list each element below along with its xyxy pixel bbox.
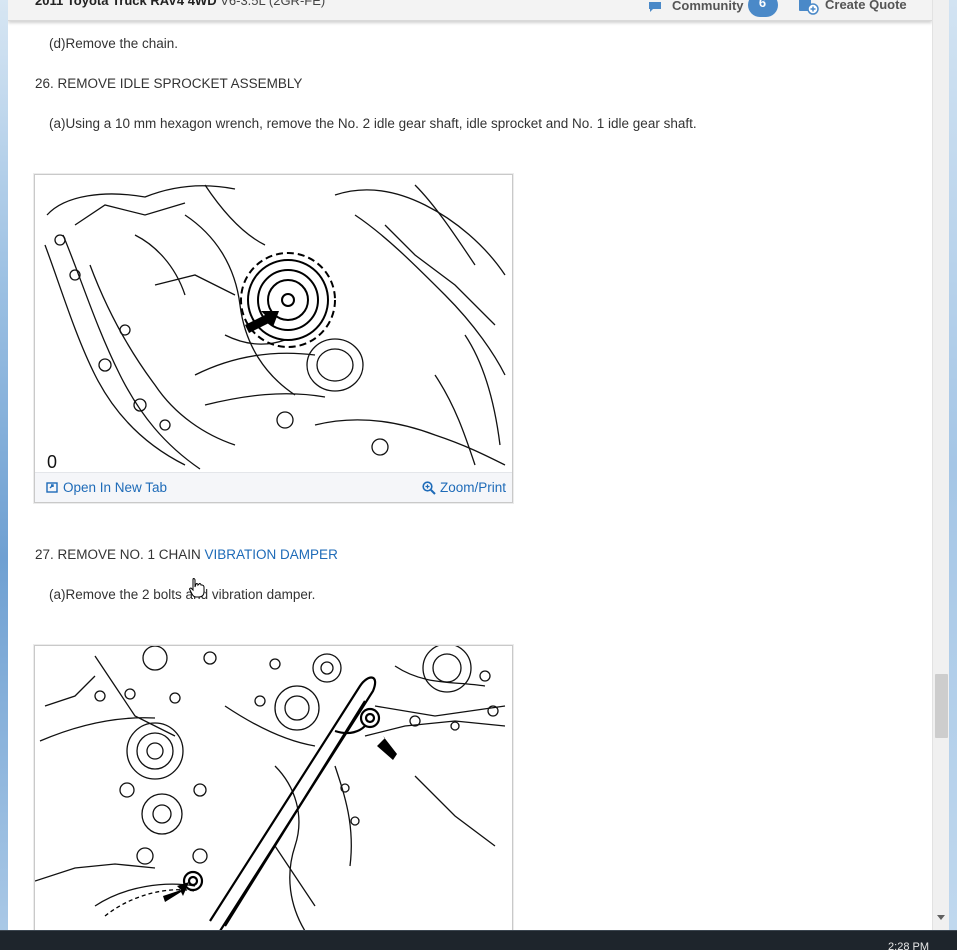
zoom-icon bbox=[422, 480, 436, 495]
taskbar: 2:28 PM bbox=[0, 930, 957, 950]
community-count-badge: 6 bbox=[747, 0, 778, 17]
figure1-open-new-tab-link[interactable]: Open In New Tab bbox=[46, 480, 167, 495]
figure1-zoom-print-link[interactable]: Zoom/Print bbox=[422, 480, 506, 495]
idle-sprocket-diagram: 0 bbox=[44, 184, 506, 472]
page-content: 2011 Toyota Truck RAV4 4WD V6-3.5L (2GR-… bbox=[8, 0, 932, 930]
vehicle-model: 2011 Toyota Truck RAV4 4WD bbox=[35, 0, 217, 8]
window-frame-left bbox=[0, 0, 8, 930]
vibration-damper-link[interactable]: VIBRATION DAMPER bbox=[205, 547, 338, 562]
chat-icon bbox=[649, 2, 661, 12]
step-27a-text: (a)Remove the 2 bolts and vibration damp… bbox=[49, 587, 316, 602]
vehicle-engine: V6-3.5L (2GR-FE) bbox=[220, 0, 326, 8]
figure1-toolbar: Open In New Tab Zoom/Print bbox=[35, 472, 512, 502]
step-26a-text: (a)Using a 10 mm hexagon wrench, remove … bbox=[49, 116, 697, 131]
window-frame-right bbox=[949, 0, 957, 930]
scroll-down-arrow-icon[interactable] bbox=[937, 915, 945, 920]
figure1-corner-label: 0 bbox=[47, 452, 57, 472]
step-d-text: (d)Remove the chain. bbox=[49, 36, 179, 51]
quote-dollar-icon bbox=[799, 0, 819, 15]
figure-idle-sprocket: 0 Open In New Tab Zoom/Print bbox=[34, 174, 513, 503]
section-27-heading: 27. REMOVE NO. 1 CHAIN VIBRATION DAMPER bbox=[35, 547, 338, 562]
taskbar-clock: 2:28 PM bbox=[888, 941, 929, 950]
section-26-heading: 26. REMOVE IDLE SPROCKET ASSEMBLY bbox=[35, 76, 303, 91]
vibration-damper-diagram bbox=[35, 646, 506, 930]
vertical-scrollbar[interactable] bbox=[932, 0, 949, 930]
vehicle-title: 2011 Toyota Truck RAV4 4WD V6-3.5L (2GR-… bbox=[35, 0, 325, 8]
section-27-prefix: 27. REMOVE NO. 1 CHAIN bbox=[35, 547, 205, 562]
scrollbar-thumb[interactable] bbox=[935, 674, 948, 738]
community-label: Community bbox=[672, 0, 744, 13]
figure1-open-label: Open In New Tab bbox=[63, 480, 168, 495]
create-quote-button[interactable]: Create Quote bbox=[798, 0, 907, 15]
open-new-tab-icon bbox=[46, 481, 58, 493]
top-header-bar: 2011 Toyota Truck RAV4 4WD V6-3.5L (2GR-… bbox=[8, 0, 932, 21]
create-quote-label: Create Quote bbox=[825, 0, 907, 12]
figure1-zoom-label: Zoom/Print bbox=[439, 480, 506, 495]
community-button[interactable]: Community 6 bbox=[648, 0, 778, 17]
hand-cursor-icon bbox=[189, 578, 205, 598]
figure-vibration-damper bbox=[34, 645, 513, 930]
